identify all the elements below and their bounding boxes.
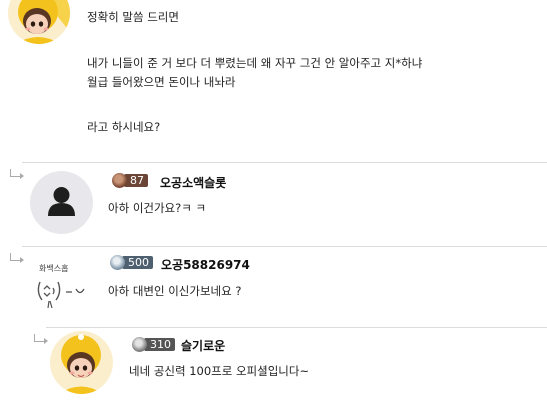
comment-line-6: 라고 하시네요? (87, 120, 161, 134)
yellow-hat-girl-icon (16, 0, 70, 44)
level-badge: 87 (112, 173, 148, 188)
comment-line-3: 내가 니들이 준 거 보다 더 뿌렸는데 왜 자꾸 그건 안 알아주고 지*하냐 (87, 56, 423, 70)
divider (22, 162, 547, 163)
reply-arrow-icon (10, 169, 24, 179)
bronze-medal-icon (112, 173, 127, 188)
level-number: 500 (122, 256, 153, 269)
avatar[interactable] (50, 331, 113, 394)
author-nickname[interactable]: 오공58826974 (161, 256, 250, 273)
avatar-caption: 화백스홉 (39, 264, 69, 273)
level-badge: 500 (110, 255, 153, 270)
default-person-icon (48, 187, 75, 216)
silver-star-medal-icon (110, 255, 125, 270)
reply-arrow-icon (34, 334, 48, 344)
avatar[interactable] (30, 171, 93, 234)
yellow-hat-girl-icon (59, 334, 103, 394)
comment-line-1: 정확히 말씀 드리면 (87, 10, 179, 24)
level-badge: 310 (132, 337, 175, 352)
reply-text: 아하 대변인 이신가보네요 ? (108, 284, 242, 298)
avatar[interactable]: 화백스홉 (28, 256, 92, 320)
commenter-avatar-top[interactable] (8, 0, 70, 44)
gray-star-medal-icon (132, 337, 147, 352)
reply-arrow-icon (10, 253, 24, 263)
reply-text: 네네 공신력 100프로 오피셜입니다~ (129, 364, 310, 378)
author-nickname[interactable]: 슬기로운 (181, 337, 225, 354)
divider (46, 327, 547, 328)
reply-text: 아하 이건가요?ㅋ ㅋ (108, 201, 207, 215)
divider (22, 246, 547, 247)
level-number: 310 (144, 338, 175, 351)
author-nickname[interactable]: 오공소액슬롯 (160, 174, 226, 191)
level-number: 87 (124, 174, 148, 187)
comment-line-4: 월급 들어왔으면 돈이나 내놔라 (87, 75, 236, 89)
